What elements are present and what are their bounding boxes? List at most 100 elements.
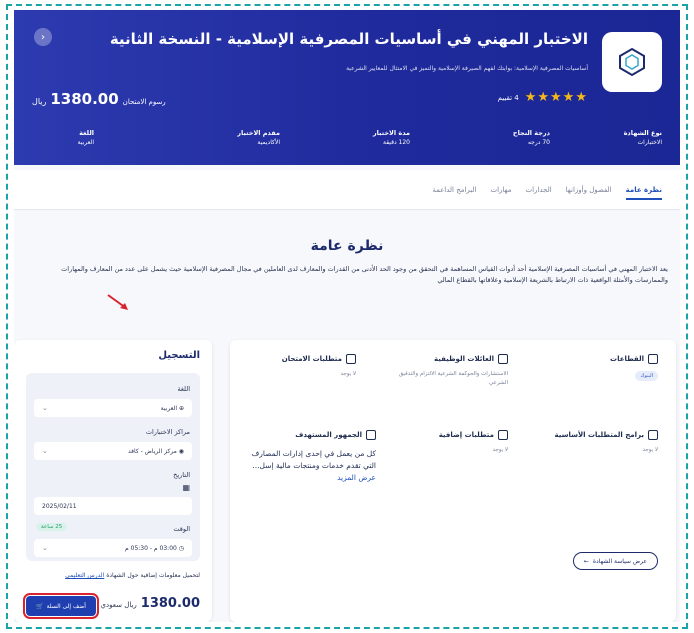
hours-badge: 25 ساعة <box>36 523 68 531</box>
red-arrow-icon <box>107 294 128 310</box>
exam-requirements-cell: متطلبات الامتحان لا يوجد <box>246 354 356 379</box>
hand-icon <box>648 430 658 440</box>
time-value: 03:00 م - 05:30 م <box>125 544 177 552</box>
calendar-icon: ▦ <box>182 483 190 492</box>
chevron-down-icon: ⌄ <box>42 544 48 552</box>
policy-label: عرض سياسة الشهادة <box>592 557 647 565</box>
time-select[interactable]: ◷ 03:00 م - 05:30 م ⌄ <box>34 539 192 557</box>
stat-value: 70 درجه <box>527 139 550 146</box>
show-more-link[interactable]: عرض المزيد <box>337 473 376 482</box>
stat-label: درجة النجاح <box>512 129 550 137</box>
rating-count: 4 تقييم <box>497 93 519 102</box>
briefcase-icon <box>498 354 508 364</box>
users-icon <box>366 430 376 440</box>
stat-certificate-type: نوع الشهادة الاختبارات <box>624 128 662 148</box>
tab-chapters[interactable]: الفصول وأوزانها <box>566 186 612 200</box>
stat-value: العربية <box>77 139 94 146</box>
stat-language: اللغة العربية <box>78 128 94 148</box>
exam-req-title: متطلبات الامتحان <box>281 355 342 363</box>
back-button[interactable]: ‹ <box>34 28 52 46</box>
note-text: لتحميل معلومات إضافية حول الشهادة <box>106 572 200 579</box>
center-value: مركز الرياض - كافد <box>128 447 177 455</box>
center-select[interactable]: ◉ مركز الرياض - كافد ⌄ <box>34 442 192 460</box>
list-icon <box>346 354 356 364</box>
exam-fee: رسوم الامتحان 1380.00 ريال <box>32 90 166 108</box>
rating: ★★★★★ 4 تقييم <box>498 90 588 105</box>
centers-label: مراكز الاختبارات <box>145 428 190 436</box>
time-label: الوقت <box>173 525 190 533</box>
location-center: ◉ مركز الرياض - كافد <box>128 447 184 455</box>
exam-req-value: لا يوجد <box>340 371 356 377</box>
chevron-down-icon: ⌄ <box>42 404 48 412</box>
stat-provider: مقدم الاختبار الأكاديمية <box>237 128 280 148</box>
tabs: نظرة عامة الفصول وأوزانها الجدارات مهارا… <box>432 186 662 200</box>
price-currency: ريال سعودي <box>100 601 137 609</box>
stat-value: الاختبارات <box>637 139 662 146</box>
stat-label: مدة الاختبار <box>372 129 410 137</box>
tab-competencies[interactable]: الجدارات <box>526 186 552 200</box>
certificate-logo <box>602 32 662 92</box>
language-select[interactable]: ⊕ العربية ⌄ <box>34 399 192 417</box>
chevron-down-icon: ⌄ <box>42 447 48 455</box>
job-families-cell: العائلات الوظيفية الاستشارات والحوكمة ال… <box>398 354 508 388</box>
sectors-icon <box>648 354 658 364</box>
audience-cell: الجمهور المستهدف كل من يعمل في إحدى إدار… <box>236 430 376 484</box>
exam-fee-amount: 1380.00 <box>50 90 119 108</box>
page-title: الاختبار المهني في أساسيات المصرفية الإس… <box>109 30 588 48</box>
tab-support-programs[interactable]: البرامج الداعمة <box>432 186 476 200</box>
tab-bar: نظرة عامة الفصول وأوزانها الجدارات مهارا… <box>14 170 680 210</box>
document-icon <box>498 430 508 440</box>
audience-title: الجمهور المستهدف <box>295 431 362 439</box>
exam-fee-label: رسوم الامتحان <box>122 98 166 106</box>
tutorial-link[interactable]: الدرس التعليمي <box>65 572 104 579</box>
cart-icon: 🛒 <box>36 602 44 610</box>
registration-card: التسجيل اللغة ⊕ العربية ⌄ مراكز الاختبار… <box>14 340 212 622</box>
sectors-title: القطاعات <box>610 355 644 363</box>
stat-label: اللغة <box>79 129 94 137</box>
audience-body: كل من يعمل في إحدى إدارات المصارف التي ت… <box>251 449 376 470</box>
basic-requirements-cell: برامج المتطلبات الأساسية لا يوجد <box>528 430 658 455</box>
stat-value: 120 دقيقة <box>383 139 410 146</box>
registration-title: التسجيل <box>158 350 200 361</box>
add-to-cart-button[interactable]: أضف إلى السلة 🛒 <box>23 593 99 619</box>
extra-req-title: متطلبات إضافية <box>438 431 494 439</box>
date-field[interactable]: 2025/02/11 <box>34 497 192 515</box>
tab-overview[interactable]: نظرة عامة <box>625 186 662 200</box>
jobs-text: الاستشارات والحوكمة الشرعية الالتزام وال… <box>398 371 508 386</box>
extra-requirements-cell: متطلبات إضافية لا يوجد <box>398 430 508 455</box>
overview-title: نظرة عامة <box>310 238 384 254</box>
stat-pass-score: درجة النجاح 70 درجه <box>513 128 550 148</box>
sector-chip: البنوك <box>635 371 658 381</box>
price-amount: 1380.00 <box>140 596 200 611</box>
language-value: العربية <box>160 404 178 412</box>
tab-skills[interactable]: مهارات <box>490 186 511 200</box>
stat-label: نوع الشهادة <box>623 129 662 137</box>
cart-label: أضف إلى السلة <box>46 602 86 610</box>
clock-time: ◷ 03:00 م - 05:30 م <box>125 544 184 552</box>
stat-label: مقدم الاختبار <box>237 129 280 137</box>
page: ‹ الاختبار المهني في أساسيات المصرفية ال… <box>14 10 680 622</box>
language-label: اللغة <box>177 385 190 393</box>
sectors-cell: القطاعات البنوك <box>548 354 658 381</box>
arrow-left-icon: ← <box>583 557 589 565</box>
extra-req-value: لا يوجد <box>492 447 508 453</box>
stat-value: الأكاديمية <box>257 139 280 146</box>
overview-text: يعد الاختبار المهني في أساسيات المصرفية … <box>61 265 668 284</box>
star-rating-icon: ★★★★★ <box>524 90 588 105</box>
date-value: 2025/02/11 <box>42 502 77 510</box>
certificate-policy-button[interactable]: عرض سياسة الشهادة ← <box>572 552 658 570</box>
globe-language: ⊕ العربية <box>160 404 184 412</box>
page-subtitle: أساسيات المصرفية الإسلامية: بوابتك لفهم … <box>346 65 588 72</box>
jobs-title: العائلات الوظيفية <box>433 355 494 363</box>
date-label: التاريخ <box>173 471 190 479</box>
hero-banner: ‹ الاختبار المهني في أساسيات المصرفية ال… <box>14 10 680 165</box>
audience-text: كل من يعمل في إحدى إدارات المصارف التي ت… <box>246 448 376 484</box>
chevron-left-icon: ‹ <box>41 31 45 43</box>
registration-price: 1380.00 ريال سعودي <box>101 596 200 611</box>
registration-form: اللغة ⊕ العربية ⌄ مراكز الاختبارات ◉ مرك… <box>26 373 200 561</box>
stat-duration: مدة الاختبار 120 دقيقة <box>373 128 410 148</box>
hexagon-logo-icon <box>619 47 645 77</box>
exam-fee-currency: ريال <box>32 97 47 106</box>
basic-req-value: لا يوجد <box>642 447 658 453</box>
info-grid: القطاعات البنوك العائلات الوظيفية الاستش… <box>230 340 676 622</box>
